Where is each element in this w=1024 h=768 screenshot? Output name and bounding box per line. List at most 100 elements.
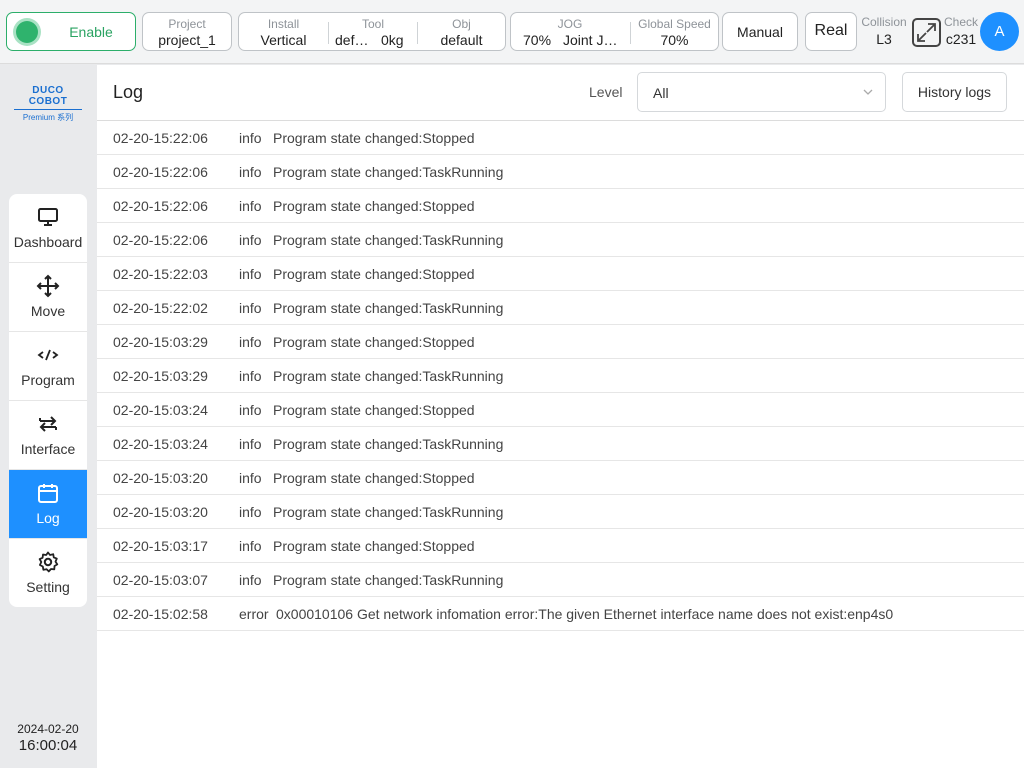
obj-value: default: [440, 32, 483, 48]
real-label: Real: [814, 22, 848, 39]
log-timestamp: 02-20-15:22:06: [113, 232, 208, 248]
log-timestamp: 02-20-15:22:06: [113, 130, 208, 146]
log-message: Program state changed:TaskRunning: [273, 368, 504, 384]
log-timestamp: 02-20-15:03:29: [113, 368, 208, 384]
log-message: Program state changed:Stopped: [273, 334, 475, 350]
log-message: Program state changed:Stopped: [273, 266, 475, 282]
calendar-icon: [38, 484, 58, 503]
log-row[interactable]: 02-20-15:22:06 info Program state changed:…: [97, 121, 1024, 155]
log-timestamp: 02-20-15:22:06: [113, 164, 208, 180]
log-row[interactable]: 02-20-15:22:06 info Program state changed:…: [97, 155, 1024, 189]
log-row[interactable]: 02-20-15:22:03 info Program state changed:…: [97, 257, 1024, 291]
project-selector[interactable]: Project project_1: [142, 12, 232, 51]
log-level: info: [239, 232, 262, 248]
check-caption: Check: [943, 15, 978, 29]
log-row[interactable]: 02-20-15:03:24 info Program state changed:…: [97, 393, 1024, 427]
duco-logo: DUCO COBOT Premium 系列: [14, 85, 82, 123]
obj-cell[interactable]: Obj default: [418, 13, 505, 50]
install-tool-obj-group[interactable]: Install Vertical Tool def… 0kg Obj defau…: [238, 12, 506, 51]
manual-mode-button[interactable]: Manual: [722, 12, 798, 51]
log-timestamp: 02-20-15:03:29: [113, 334, 208, 350]
install-value: Vertical: [260, 32, 307, 48]
enable-label: Enable: [69, 24, 113, 40]
check-status[interactable]: Check c231: [942, 15, 980, 47]
log-message: Program state changed:TaskRunning: [273, 300, 504, 316]
nav-item-move[interactable]: Move: [9, 263, 87, 332]
log-message: Program state changed:TaskRunning: [273, 504, 504, 520]
system-time: 16:00:04: [18, 737, 78, 754]
log-row[interactable]: 02-20-15:03:20 info Program state changed:…: [97, 495, 1024, 529]
level-filter-select[interactable]: All: [637, 72, 886, 112]
log-row[interactable]: 02-20-15:03:29 info Program state changed:…: [97, 359, 1024, 393]
log-level: info: [239, 368, 262, 384]
log-row[interactable]: 02-20-15:03:20 info Program state changed:…: [97, 461, 1024, 495]
code-icon: [37, 349, 59, 361]
log-message: Program state changed:Stopped: [273, 538, 475, 554]
log-timestamp: 02-20-15:03:07: [113, 572, 208, 588]
logo-brand: DUCO COBOT: [14, 85, 82, 110]
tool-weight-value: 0kg: [381, 32, 404, 48]
check-value: c231: [945, 31, 977, 47]
jog-cell[interactable]: JOG 70% Joint J…: [511, 13, 629, 50]
tool-name-value: def…: [335, 32, 369, 48]
log-timestamp: 02-20-15:03:20: [113, 504, 208, 520]
page-title: Log: [113, 82, 144, 102]
jog-mode-value: Joint J…: [563, 32, 618, 48]
nav-item-program[interactable]: Program: [9, 332, 87, 401]
monitor-icon: [38, 208, 58, 226]
system-clock: 2024-02-20 16:00:04: [0, 722, 96, 754]
log-timestamp: 02-20-15:03:24: [113, 402, 208, 418]
nav-item-interface[interactable]: Interface: [9, 401, 87, 470]
global-speed-cell[interactable]: Global Speed 70%: [631, 13, 718, 50]
log-message: Program state changed:TaskRunning: [273, 572, 504, 588]
system-date: 2024-02-20: [17, 722, 79, 736]
level-filter-value: All: [653, 85, 669, 101]
real-mode-button[interactable]: Real: [805, 12, 857, 51]
avatar[interactable]: A: [980, 12, 1019, 51]
log-timestamp: 02-20-15:22:02: [113, 300, 208, 316]
log-message: Program state changed:Stopped: [273, 470, 475, 486]
log-row[interactable]: 02-20-15:02:58 error 0x00010106 Get networ…: [97, 597, 1024, 631]
history-logs-button[interactable]: History logs: [902, 72, 1007, 112]
log-timestamp: 02-20-15:03:20: [113, 470, 208, 486]
log-row[interactable]: 02-20-15:22:06 info Program state changed:…: [97, 189, 1024, 223]
expand-icon[interactable]: [912, 18, 941, 47]
log-message: Program state changed:TaskRunning: [273, 436, 504, 452]
swap-arrows-icon: [39, 416, 57, 432]
jog-caption: JOG: [557, 17, 583, 31]
log-row[interactable]: 02-20-15:22:06 info Program state changed:…: [97, 223, 1024, 257]
log-timestamp: 02-20-15:03:24: [113, 436, 208, 452]
nav-label-move: Move: [30, 303, 66, 319]
project-value: project_1: [158, 32, 216, 48]
side-navigation: Dashboard Move Program Interface Log Set…: [9, 194, 87, 607]
log-row[interactable]: 02-20-15:03:24 info Program state changed:…: [97, 427, 1024, 461]
log-row[interactable]: 02-20-15:03:07 info Program state changed:…: [97, 563, 1024, 597]
install-cell[interactable]: Install Vertical: [239, 13, 328, 50]
log-row[interactable]: 02-20-15:03:29 info Program state changed:…: [97, 325, 1024, 359]
manual-label: Manual: [737, 24, 783, 40]
jog-speed-group[interactable]: JOG 70% Joint J… Global Speed 70%: [510, 12, 719, 51]
log-level: info: [239, 504, 262, 520]
collision-value: L3: [876, 31, 892, 47]
install-caption: Install: [267, 17, 300, 31]
logo-subtitle: Premium 系列: [22, 113, 74, 122]
tool-cell[interactable]: Tool def… 0kg: [329, 13, 417, 50]
nav-item-dashboard[interactable]: Dashboard: [9, 194, 87, 263]
nav-item-log[interactable]: Log: [9, 470, 87, 539]
log-list[interactable]: 02-20-15:22:06 info Program state changed:…: [97, 121, 1024, 631]
log-message: Program state changed:Stopped: [273, 198, 475, 214]
log-timestamp: 02-20-15:03:17: [113, 538, 208, 554]
gear-icon: [38, 551, 59, 573]
enable-button[interactable]: Enable: [6, 12, 136, 51]
log-row[interactable]: 02-20-15:22:02 info Program state changed:…: [97, 291, 1024, 325]
log-message: Program state changed:TaskRunning: [273, 164, 504, 180]
log-timestamp: 02-20-15:22:03: [113, 266, 208, 282]
log-row[interactable]: 02-20-15:03:17 info Program state changed:…: [97, 529, 1024, 563]
nav-item-setting[interactable]: Setting: [9, 539, 87, 607]
log-level: info: [239, 334, 262, 350]
collision-level[interactable]: Collision L3: [858, 15, 910, 47]
jog-percent-value: 70%: [523, 32, 552, 48]
level-filter-label: Level: [589, 84, 623, 100]
global-speed-caption: Global Speed: [638, 17, 711, 31]
tool-caption: Tool: [361, 17, 384, 31]
